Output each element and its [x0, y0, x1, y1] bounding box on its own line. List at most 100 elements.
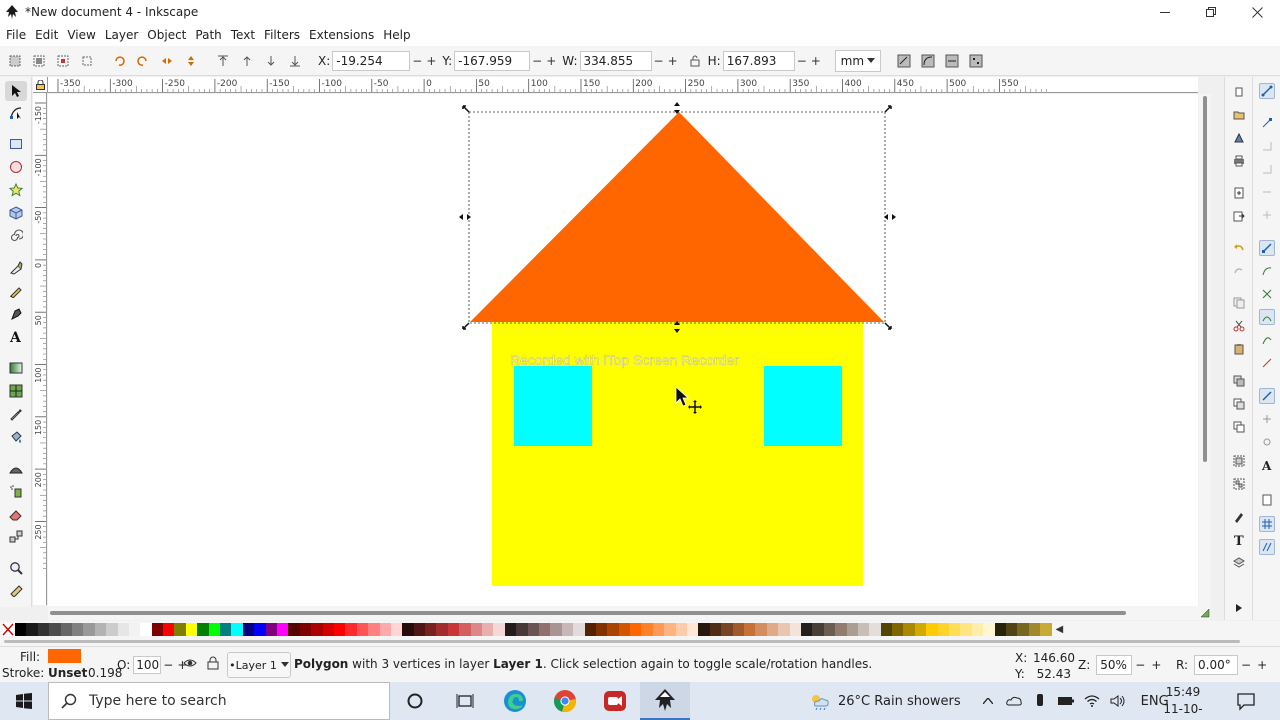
palette-scrollbar[interactable]: [0, 638, 1280, 646]
snap-bbox-corner-toggle[interactable]: [1259, 161, 1275, 177]
ruler-corner-lock[interactable]: [33, 77, 48, 93]
3d-box-tool[interactable]: [5, 203, 27, 223]
open-button[interactable]: [1231, 107, 1247, 123]
snap-path-toggle[interactable]: [1259, 263, 1275, 279]
show-hidden-icons-button[interactable]: [977, 698, 999, 704]
menu-extensions[interactable]: Extensions: [305, 28, 378, 42]
weather-text[interactable]: 26°C Rain showers: [838, 694, 961, 709]
snap-intersection-toggle[interactable]: [1259, 286, 1275, 302]
wifi-tray[interactable]: [1081, 695, 1103, 707]
start-button[interactable]: [0, 682, 48, 720]
move-patterns-icon[interactable]: [967, 52, 985, 70]
h-input[interactable]: 167.893: [722, 50, 795, 71]
palette-swatch[interactable]: [493, 623, 505, 636]
horizontal-scrollbar[interactable]: [48, 606, 1210, 620]
palette-swatch[interactable]: [1040, 623, 1052, 636]
screen-recorder-app[interactable]: [590, 682, 640, 720]
palette-swatch[interactable]: [71, 623, 84, 636]
x-decrement-button[interactable]: −: [412, 54, 422, 68]
no-paint-swatch[interactable]: [2, 623, 14, 636]
tweak-tool[interactable]: [5, 458, 27, 478]
flip-vertical-icon[interactable]: [182, 52, 200, 70]
palette-swatch[interactable]: [26, 623, 38, 636]
fill-stroke-button[interactable]: [1231, 509, 1247, 525]
horizontal-scroll-thumb[interactable]: [50, 611, 1126, 615]
zoom-input[interactable]: 50%: [1096, 655, 1133, 675]
palette-swatch[interactable]: [197, 623, 209, 636]
palette-swatch[interactable]: [49, 623, 61, 636]
palette-swatch[interactable]: [949, 623, 961, 636]
ungroup-button[interactable]: [1231, 476, 1247, 492]
menu-file[interactable]: File: [2, 28, 30, 42]
palette-swatch[interactable]: [311, 623, 323, 636]
palette-swatch[interactable]: [983, 623, 995, 636]
opacity-decrement-button[interactable]: −: [163, 658, 173, 672]
menu-layer[interactable]: Layer: [101, 28, 142, 42]
spray-tool[interactable]: [5, 481, 27, 501]
palette-swatch[interactable]: [276, 623, 289, 636]
palette-swatch[interactable]: [163, 623, 175, 636]
selector-tool[interactable]: [5, 81, 27, 101]
raise-icon[interactable]: [238, 52, 256, 70]
scale-stroke-icon[interactable]: [895, 52, 913, 70]
palette-swatch[interactable]: [470, 623, 483, 636]
palette-swatch[interactable]: [971, 623, 984, 636]
fill-color-swatch[interactable]: [48, 649, 81, 663]
palette-swatch[interactable]: [869, 623, 881, 636]
menu-text[interactable]: Text: [227, 28, 259, 42]
lower-icon[interactable]: [262, 52, 280, 70]
rotation-decrement-button[interactable]: −: [1241, 658, 1251, 672]
palette-swatch[interactable]: [436, 623, 448, 636]
palette-swatch[interactable]: [220, 623, 232, 636]
palette-swatch[interactable]: [242, 623, 255, 636]
menu-view[interactable]: View: [63, 28, 99, 42]
palette-swatch[interactable]: [880, 623, 893, 636]
palette-swatch[interactable]: [1028, 623, 1041, 636]
palette-swatch[interactable]: [208, 623, 221, 636]
palette-swatch[interactable]: [630, 623, 642, 636]
palette-swatch[interactable]: [664, 623, 676, 636]
y-decrement-button[interactable]: −: [532, 54, 542, 68]
w-increment-button[interactable]: +: [668, 54, 678, 68]
import-button[interactable]: [1231, 185, 1247, 201]
spiral-tool[interactable]: [5, 226, 27, 246]
layers-button[interactable]: [1231, 555, 1247, 571]
menu-help[interactable]: Help: [379, 28, 414, 42]
text-tool[interactable]: A: [5, 326, 27, 346]
snap-nodes-toggle[interactable]: [1259, 240, 1275, 256]
battery-tray[interactable]: [1055, 696, 1077, 706]
redo-button[interactable]: [1231, 263, 1247, 279]
palette-swatch[interactable]: [755, 623, 767, 636]
y-increment-button[interactable]: +: [546, 54, 556, 68]
palette-swatch[interactable]: [117, 623, 129, 636]
menu-edit[interactable]: Edit: [31, 28, 62, 42]
zoom-out-button[interactable]: −: [1135, 658, 1145, 672]
palette-swatch[interactable]: [721, 623, 733, 636]
palette-swatch[interactable]: [744, 623, 756, 636]
more-commands-arrow[interactable]: [1231, 600, 1247, 616]
snap-page-toggle[interactable]: [1259, 492, 1275, 508]
palette-swatch[interactable]: [151, 623, 164, 636]
microphone-tray[interactable]: [1029, 694, 1051, 708]
chrome-app[interactable]: [540, 682, 590, 720]
palette-swatches[interactable]: [15, 623, 1052, 636]
snap-others-toggle[interactable]: [1259, 388, 1275, 404]
palette-swatch[interactable]: [550, 623, 562, 636]
rotation-increment-button[interactable]: +: [1257, 658, 1267, 672]
palette-swatch[interactable]: [390, 623, 403, 636]
snap-line-midpoint-toggle[interactable]: [1259, 355, 1275, 371]
snap-smooth-toggle[interactable]: [1259, 332, 1275, 348]
bezier-tool[interactable]: [5, 258, 27, 278]
palette-swatch[interactable]: [857, 623, 870, 636]
edge-app[interactable]: [490, 682, 540, 720]
palette-swatch[interactable]: [994, 623, 1006, 636]
palette-menu-arrow[interactable]: ◀: [1056, 624, 1064, 635]
cut-button[interactable]: [1231, 318, 1247, 334]
palette-swatch[interactable]: [789, 623, 801, 636]
menu-object[interactable]: Object: [143, 28, 190, 42]
palette-scroll-thumb[interactable]: [4, 640, 1240, 643]
right-window-rect[interactable]: [764, 366, 842, 446]
canvas[interactable]: Recorded with iTop Screen Recorder: [48, 94, 1198, 606]
palette-swatch[interactable]: [641, 623, 653, 636]
layer-lock-icon[interactable]: [207, 656, 219, 670]
